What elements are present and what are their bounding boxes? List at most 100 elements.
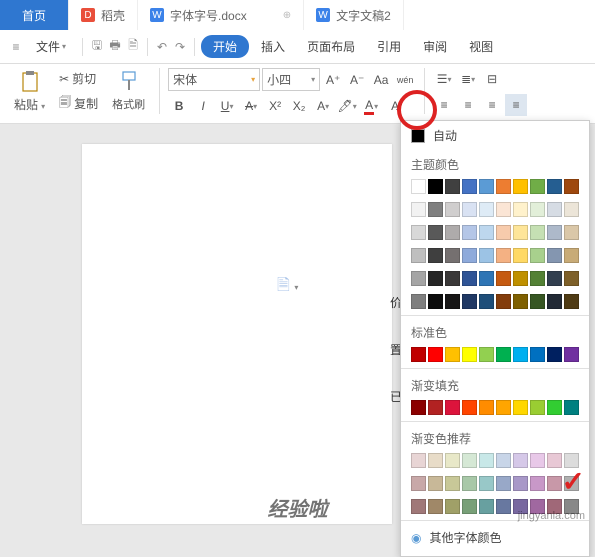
color-swatch[interactable]	[513, 202, 528, 217]
highlight-button[interactable]: 🖊▾	[336, 95, 358, 117]
align-left-icon[interactable]: ≡	[433, 94, 455, 116]
color-swatch[interactable]	[462, 248, 477, 263]
color-swatch[interactable]	[479, 294, 494, 309]
color-swatch[interactable]	[496, 294, 511, 309]
color-swatch[interactable]	[547, 248, 562, 263]
color-swatch[interactable]	[496, 400, 511, 415]
color-auto[interactable]: 自动	[401, 121, 589, 150]
color-swatch[interactable]	[411, 225, 426, 240]
tab-doc1[interactable]: W 字体字号.docx ⊕	[138, 0, 304, 30]
color-swatch[interactable]	[479, 476, 494, 491]
align-center-icon[interactable]: ≡	[457, 94, 479, 116]
format-painter-button[interactable]: 格式刷	[106, 68, 151, 123]
number-list-icon[interactable]: ≣▾	[457, 68, 479, 90]
color-swatch[interactable]	[564, 347, 579, 362]
color-swatch[interactable]	[462, 179, 477, 194]
more-colors[interactable]: ◉ 其他字体颜色	[401, 523, 589, 552]
phonetic-icon[interactable]: wén	[394, 69, 416, 91]
undo-icon[interactable]: ↶	[154, 39, 170, 55]
color-swatch[interactable]	[496, 499, 511, 514]
color-swatch[interactable]	[445, 400, 460, 415]
color-swatch[interactable]	[411, 499, 426, 514]
color-swatch[interactable]	[496, 271, 511, 286]
decrease-font-icon[interactable]: A⁻	[346, 69, 368, 91]
color-swatch[interactable]	[513, 400, 528, 415]
color-swatch[interactable]	[479, 453, 494, 468]
color-swatch[interactable]	[479, 271, 494, 286]
color-swatch[interactable]	[428, 499, 443, 514]
color-swatch[interactable]	[428, 271, 443, 286]
color-swatch[interactable]	[513, 225, 528, 240]
color-swatch[interactable]	[530, 179, 545, 194]
increase-font-icon[interactable]: A⁺	[322, 69, 344, 91]
menu-review[interactable]: 审阅	[413, 34, 457, 59]
italic-button[interactable]: I	[192, 95, 214, 117]
color-swatch[interactable]	[547, 179, 562, 194]
menu-insert[interactable]: 插入	[251, 34, 295, 59]
color-swatch[interactable]	[411, 476, 426, 491]
color-swatch[interactable]	[462, 400, 477, 415]
color-swatch[interactable]	[513, 248, 528, 263]
color-swatch[interactable]	[411, 294, 426, 309]
color-swatch[interactable]	[411, 202, 426, 217]
align-justify-icon[interactable]: ≡	[505, 94, 527, 116]
color-swatch[interactable]	[462, 453, 477, 468]
tab-doc2[interactable]: W 文字文稿2	[304, 0, 404, 30]
color-swatch[interactable]	[479, 248, 494, 263]
preview-icon[interactable]: 🗎	[125, 39, 141, 55]
pin-icon[interactable]: ⊕	[283, 10, 291, 21]
multilevel-list-icon[interactable]: ⊟	[481, 68, 503, 90]
color-swatch[interactable]	[564, 294, 579, 309]
color-swatch[interactable]	[445, 499, 460, 514]
color-swatch[interactable]	[462, 202, 477, 217]
redo-icon[interactable]: ↷	[172, 39, 188, 55]
color-swatch[interactable]	[428, 476, 443, 491]
color-swatch[interactable]	[530, 294, 545, 309]
save-icon[interactable]: 🖫	[89, 39, 105, 55]
color-swatch[interactable]	[530, 476, 545, 491]
subscript-button[interactable]: X₂	[288, 95, 310, 117]
underline-button[interactable]: U▾	[216, 95, 238, 117]
color-swatch[interactable]	[496, 248, 511, 263]
color-swatch[interactable]	[411, 347, 426, 362]
color-swatch[interactable]	[513, 476, 528, 491]
color-swatch[interactable]	[564, 225, 579, 240]
color-swatch[interactable]	[445, 347, 460, 362]
color-swatch[interactable]	[445, 476, 460, 491]
color-swatch[interactable]	[411, 271, 426, 286]
clear-format-button[interactable]: A̷	[384, 95, 406, 117]
bold-button[interactable]: B	[168, 95, 190, 117]
color-swatch[interactable]	[462, 225, 477, 240]
color-swatch[interactable]	[564, 271, 579, 286]
color-swatch[interactable]	[479, 400, 494, 415]
align-right-icon[interactable]: ≡	[481, 94, 503, 116]
color-swatch[interactable]	[428, 400, 443, 415]
color-swatch[interactable]	[513, 453, 528, 468]
color-swatch[interactable]	[496, 179, 511, 194]
color-swatch[interactable]	[428, 294, 443, 309]
color-swatch[interactable]	[530, 248, 545, 263]
color-swatch[interactable]	[428, 248, 443, 263]
menu-layout[interactable]: 页面布局	[297, 34, 365, 59]
color-swatch[interactable]	[428, 202, 443, 217]
color-swatch[interactable]	[496, 202, 511, 217]
color-swatch[interactable]	[530, 225, 545, 240]
color-swatch[interactable]	[445, 248, 460, 263]
menu-view[interactable]: 视图	[459, 34, 503, 59]
color-swatch[interactable]	[462, 271, 477, 286]
color-swatch[interactable]	[547, 271, 562, 286]
change-case-icon[interactable]: Aa	[370, 69, 392, 91]
app-menu-icon[interactable]: ≡	[8, 39, 24, 55]
color-swatch[interactable]	[513, 179, 528, 194]
color-swatch[interactable]	[513, 294, 528, 309]
color-swatch[interactable]	[564, 202, 579, 217]
color-swatch[interactable]	[530, 347, 545, 362]
color-swatch[interactable]	[547, 453, 562, 468]
text-effects-button[interactable]: A▾	[312, 95, 334, 117]
color-swatch[interactable]	[564, 400, 579, 415]
color-swatch[interactable]	[547, 294, 562, 309]
color-swatch[interactable]	[445, 225, 460, 240]
menu-start[interactable]: 开始	[201, 35, 249, 58]
color-swatch[interactable]	[496, 225, 511, 240]
color-swatch[interactable]	[462, 347, 477, 362]
